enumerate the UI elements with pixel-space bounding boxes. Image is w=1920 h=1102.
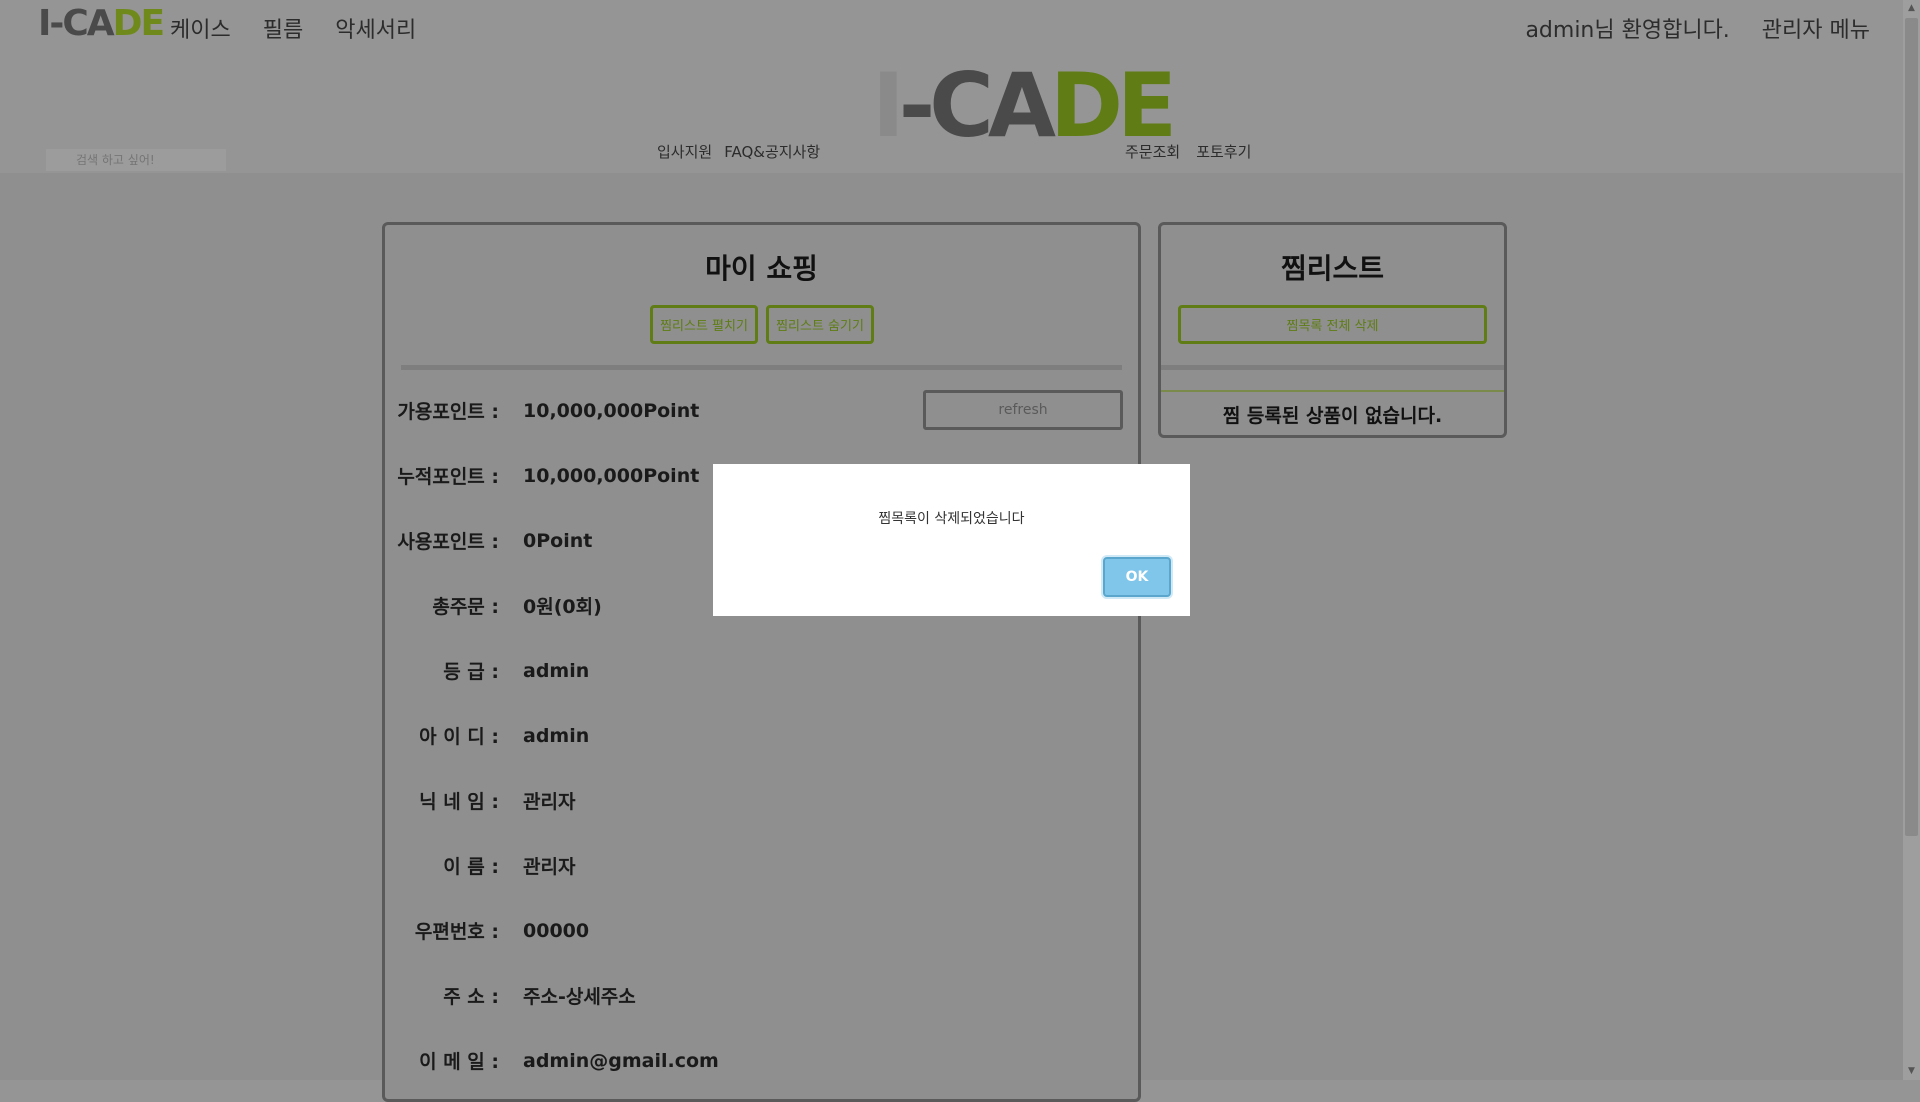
clear-wishlist-button[interactable]: 찜목록 전체 삭제 bbox=[1178, 305, 1487, 344]
info-value: 0원(0회) bbox=[523, 596, 602, 618]
info-row-address: 주 소 : 주소-상세주소 bbox=[385, 982, 636, 1009]
info-row-total-orders: 총주문 : 0원(0회) bbox=[385, 592, 602, 619]
refresh-button[interactable]: refresh bbox=[923, 390, 1123, 430]
info-value: 관리자 bbox=[523, 791, 576, 813]
info-value: 주소-상세주소 bbox=[523, 986, 636, 1008]
divider bbox=[1161, 365, 1504, 370]
logo-large-de: DE bbox=[1049, 54, 1177, 157]
info-row-user-id: 아 이 디 : admin bbox=[385, 722, 589, 749]
info-label: 누적포인트 : bbox=[397, 466, 499, 488]
scroll-thumb[interactable] bbox=[1905, 18, 1918, 836]
info-row-accumulated-points: 누적포인트 : 10,000,000Point bbox=[385, 462, 699, 489]
info-value: 10,000,000Point bbox=[523, 464, 700, 487]
logo-large-dash: - bbox=[898, 54, 935, 157]
info-label: 이 메 일 : bbox=[419, 1051, 499, 1073]
info-row-name: 이 름 : 관리자 bbox=[385, 852, 575, 879]
info-row-email: 이 메 일 : admin@gmail.com bbox=[385, 1047, 719, 1074]
info-value: admin@gmail.com bbox=[523, 1049, 719, 1072]
info-label: 아 이 디 : bbox=[419, 726, 499, 748]
show-wishlist-button[interactable]: 찜리스트 펼치기 bbox=[650, 305, 758, 344]
nav-item-accessory[interactable]: 악세서리 bbox=[335, 12, 416, 44]
ok-button[interactable]: OK bbox=[1103, 557, 1171, 597]
logo-large[interactable]: I - CA DE bbox=[872, 62, 1177, 150]
logo-large-i: I bbox=[872, 54, 905, 157]
user-menu: admin님 환영합니다. 관리자 메뉴 bbox=[1525, 12, 1870, 44]
scroll-up-icon[interactable]: ▲ bbox=[1903, 0, 1920, 17]
info-row-postal-code: 우편번호 : 00000 bbox=[385, 917, 589, 944]
wishlist-empty-message: 찜 등록된 상품이 없습니다. bbox=[1222, 405, 1443, 427]
info-value: 0Point bbox=[523, 529, 593, 552]
logo-large-ca: CA bbox=[929, 54, 1056, 157]
my-shopping-panel: 마이 쇼핑 찜리스트 펼치기 찜리스트 숨기기 refresh 가용포인트 : … bbox=[382, 222, 1141, 1102]
search-input[interactable] bbox=[46, 149, 226, 171]
nav-item-film[interactable]: 필름 bbox=[263, 12, 303, 44]
divider-thin bbox=[1161, 390, 1504, 392]
info-label: 주 소 : bbox=[443, 986, 499, 1008]
admin-menu-link[interactable]: 관리자 메뉴 bbox=[1762, 12, 1870, 44]
logo-left-text: I-CA bbox=[38, 2, 115, 44]
info-label: 사용포인트 : bbox=[397, 531, 499, 553]
subnav-item-apply[interactable]: 입사지원 bbox=[657, 141, 712, 162]
info-row-nickname: 닉 네 임 : 관리자 bbox=[385, 787, 575, 814]
logo-small[interactable]: I-CA DE bbox=[38, 2, 166, 44]
info-label: 우편번호 : bbox=[414, 921, 499, 943]
hide-wishlist-button[interactable]: 찜리스트 숨기기 bbox=[766, 305, 874, 344]
info-label: 등 급 : bbox=[443, 661, 499, 683]
info-row-available-points: 가용포인트 : 10,000,000Point bbox=[385, 397, 699, 424]
scroll-down-icon[interactable]: ▼ bbox=[1903, 1063, 1920, 1080]
divider bbox=[401, 365, 1122, 370]
info-label: 가용포인트 : bbox=[397, 401, 499, 423]
subnav-left: 입사지원 FAQ&공지사항 bbox=[657, 141, 820, 162]
wishlist-title: 찜리스트 bbox=[1280, 252, 1385, 285]
subnav-item-photo-review[interactable]: 포토후기 bbox=[1196, 141, 1251, 162]
subnav-item-order-lookup[interactable]: 주문조회 bbox=[1125, 141, 1180, 162]
scrollbar[interactable]: ▲ ▼ bbox=[1903, 0, 1920, 1080]
top-nav: 케이스 필름 악세서리 bbox=[170, 12, 416, 44]
info-row-used-points: 사용포인트 : 0Point bbox=[385, 527, 592, 554]
subnav-item-faq[interactable]: FAQ&공지사항 bbox=[724, 141, 820, 162]
alert-message: 찜목록이 삭제되었습니다 bbox=[878, 511, 1025, 527]
logo-right-text: DE bbox=[112, 2, 166, 44]
welcome-text: admin님 환영합니다. bbox=[1525, 18, 1730, 43]
wishlist-panel: 찜리스트 찜목록 전체 삭제 찜 등록된 상품이 없습니다. bbox=[1158, 222, 1507, 438]
info-value: 10,000,000Point bbox=[523, 399, 700, 422]
my-shopping-title: 마이 쇼핑 bbox=[705, 252, 818, 285]
info-value: 관리자 bbox=[523, 856, 576, 878]
info-value: 00000 bbox=[523, 919, 590, 942]
info-value: admin bbox=[523, 659, 590, 682]
info-label: 이 름 : bbox=[443, 856, 499, 878]
subnav-right: 주문조회 포토후기 bbox=[1125, 141, 1251, 162]
info-label: 닉 네 임 : bbox=[419, 791, 499, 813]
alert-dialog: 찜목록이 삭제되었습니다 OK bbox=[713, 464, 1190, 616]
info-label: 총주문 : bbox=[432, 596, 499, 618]
nav-item-case[interactable]: 케이스 bbox=[170, 12, 231, 44]
info-value: admin bbox=[523, 724, 590, 747]
info-row-grade: 등 급 : admin bbox=[385, 657, 589, 684]
